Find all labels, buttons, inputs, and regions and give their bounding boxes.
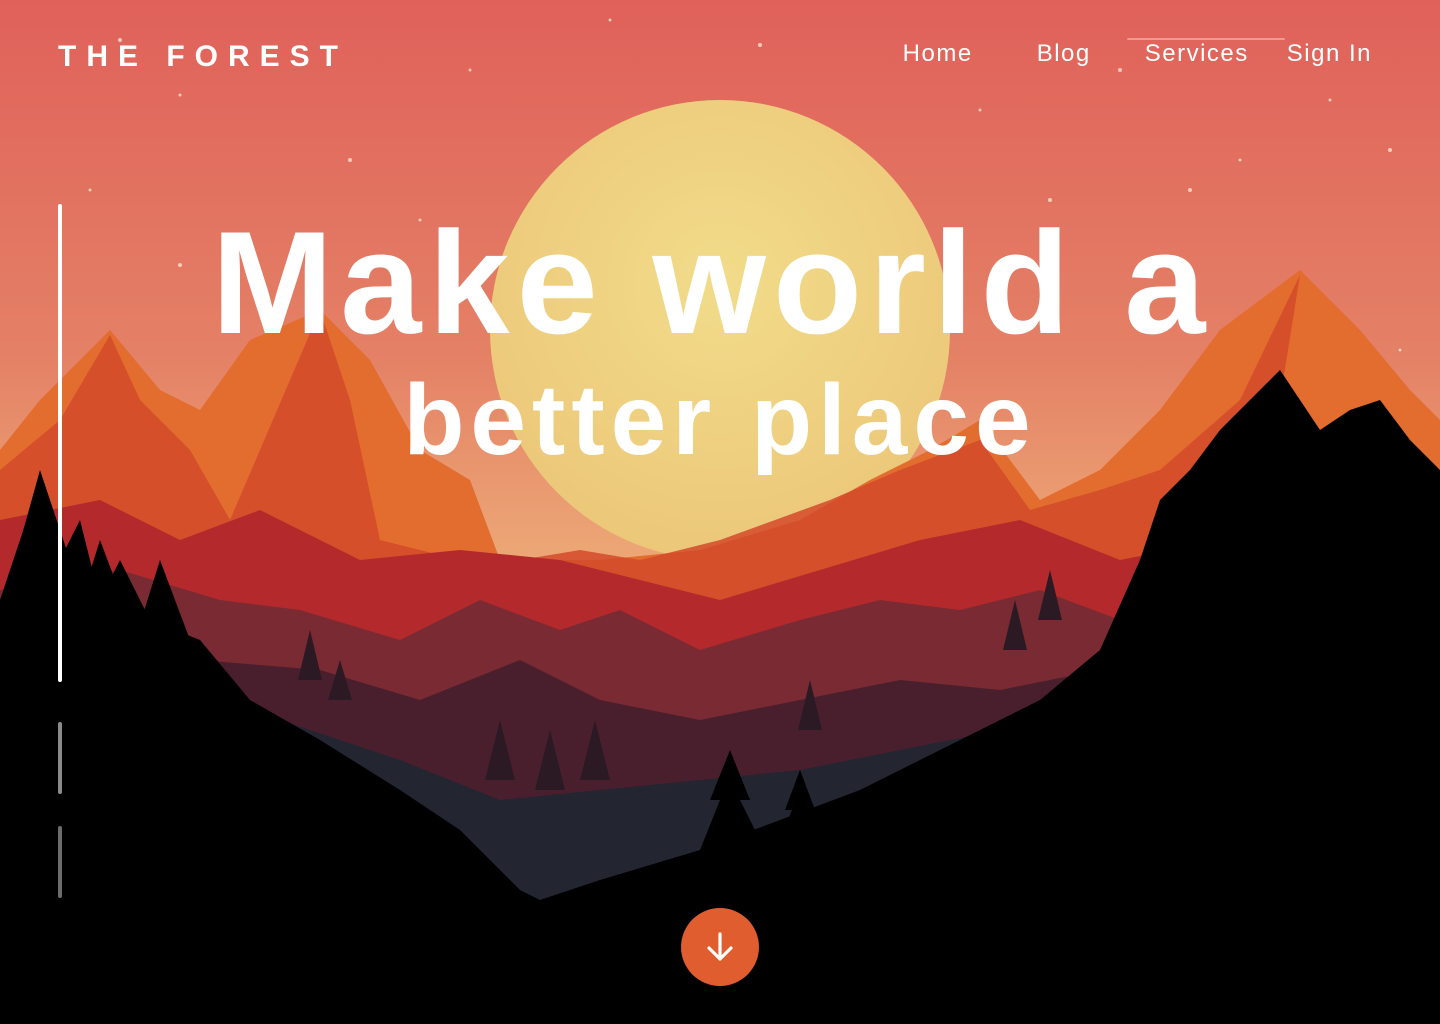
- slide-indicator-3[interactable]: [58, 826, 62, 898]
- brand-logo[interactable]: THE FOREST: [58, 40, 348, 74]
- nav-sign-in[interactable]: Sign In: [1287, 40, 1372, 68]
- main-nav: Home Blog Services Sign In: [903, 38, 1372, 68]
- hero-title-line-2: better place: [403, 364, 1037, 476]
- nav-active-indicator: [1126, 38, 1285, 40]
- scroll-down-button[interactable]: [681, 908, 759, 986]
- nav-services-label: Services: [1144, 40, 1249, 67]
- nav-services[interactable]: Services: [1126, 38, 1285, 68]
- arrow-down-icon: [707, 932, 733, 961]
- nav-blog[interactable]: Blog: [1037, 40, 1091, 68]
- slide-indicator-1[interactable]: [58, 204, 62, 682]
- slide-indicator-2[interactable]: [58, 722, 62, 794]
- landscape-illustration: [0, 0, 1440, 1024]
- nav-home[interactable]: Home: [903, 40, 973, 68]
- hero-title-line-1: Make world a: [211, 201, 1213, 364]
